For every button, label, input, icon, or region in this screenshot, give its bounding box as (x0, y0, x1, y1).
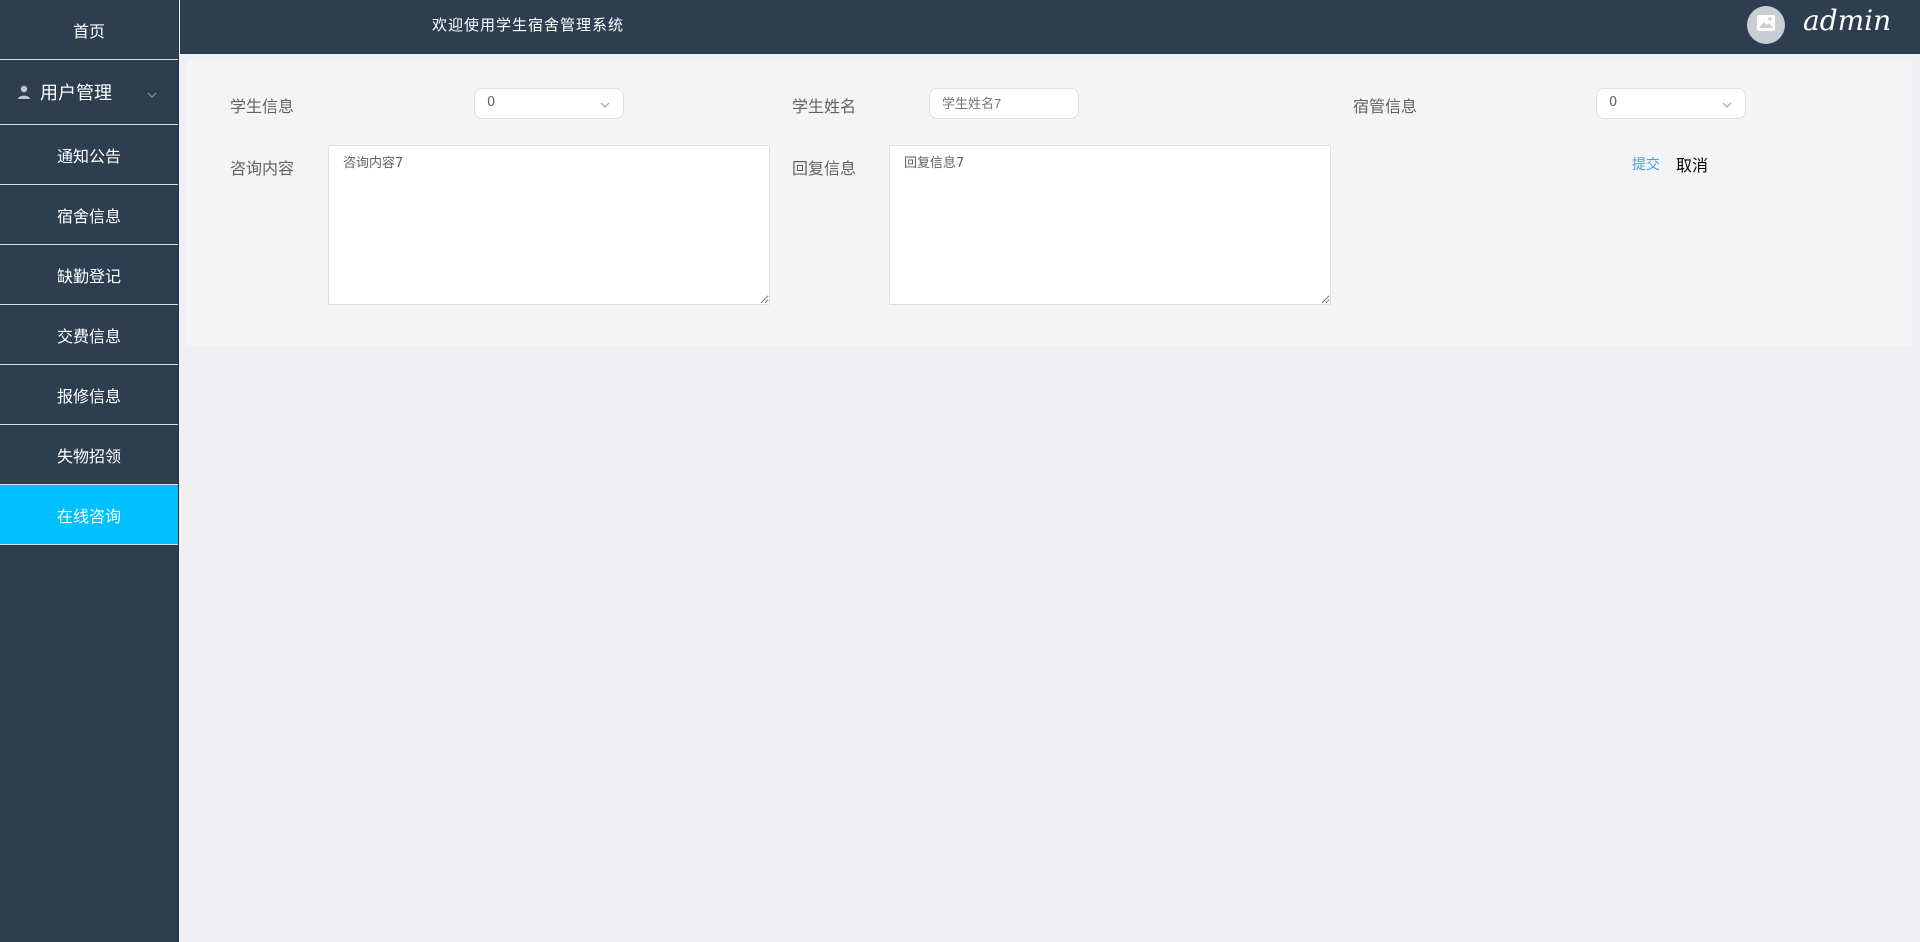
sidebar-group-user-management[interactable]: 用户管理 (0, 60, 178, 125)
sidebar-item-repair[interactable]: 报修信息 (0, 365, 178, 425)
sidebar-item-label: 通知公告 (56, 146, 121, 166)
dorm-manager-label: 宿管信息 (1353, 97, 1418, 116)
dorm-manager-value: 0 (1609, 95, 1618, 110)
chevron-down-icon (1721, 99, 1733, 111)
sidebar-item-home[interactable]: 首页 (0, 0, 178, 60)
submit-button[interactable]: 提交 (1632, 154, 1660, 174)
dorm-manager-select[interactable]: 0 (1596, 88, 1746, 119)
sidebar-item-dorm-info[interactable]: 宿舍信息 (0, 185, 178, 245)
student-info-select[interactable]: 0 (474, 88, 624, 119)
sidebar-item-absence[interactable]: 缺勤登记 (0, 245, 178, 305)
student-name-label: 学生姓名 (792, 97, 857, 116)
reply-info-textarea[interactable]: 回复信息7 (889, 145, 1331, 305)
sidebar-item-online-consult[interactable]: 在线咨询 (0, 485, 178, 545)
user-icon (16, 84, 32, 100)
sidebar-item-label: 交费信息 (56, 326, 121, 346)
reply-info-label: 回复信息 (792, 159, 857, 178)
consult-content-label: 咨询内容 (230, 159, 295, 178)
sidebar-group-label: 用户管理 (40, 83, 112, 104)
sidebar-item-label: 首页 (72, 21, 105, 41)
sidebar-item-label: 在线咨询 (56, 506, 121, 526)
username[interactable]: admin (1803, 4, 1891, 37)
avatar[interactable] (1747, 6, 1785, 44)
page-title: 欢迎使用学生宿舍管理系统 (432, 16, 625, 34)
sidebar-item-label: 缺勤登记 (56, 266, 121, 286)
chevron-down-icon (146, 85, 158, 98)
cancel-button[interactable]: 取消 (1676, 152, 1708, 176)
sidebar-item-label: 失物招领 (56, 446, 121, 466)
student-info-value: 0 (487, 95, 496, 110)
sidebar-item-label: 报修信息 (56, 386, 121, 406)
sidebar-item-lost-found[interactable]: 失物招领 (0, 425, 178, 485)
image-icon (1756, 14, 1776, 36)
consult-form: 学生信息 0 学生姓名 宿管信息 0 咨询内容 咨询内容7 回复信息 回复信息7… (187, 60, 1912, 346)
chevron-down-icon (599, 99, 611, 111)
consult-content-textarea[interactable]: 咨询内容7 (328, 145, 770, 305)
sidebar-item-payment[interactable]: 交费信息 (0, 305, 178, 365)
top-bar: 欢迎使用学生宿舍管理系统 admin (180, 0, 1920, 54)
sidebar: 首页 用户管理 通知公告 宿舍信息 缺勤登记 交费信息 报修信息 失物招领 在线… (0, 0, 179, 942)
sidebar-item-notice[interactable]: 通知公告 (0, 125, 178, 185)
student-info-label: 学生信息 (230, 97, 295, 116)
sidebar-item-label: 宿舍信息 (56, 206, 121, 226)
student-name-input[interactable] (929, 88, 1079, 119)
